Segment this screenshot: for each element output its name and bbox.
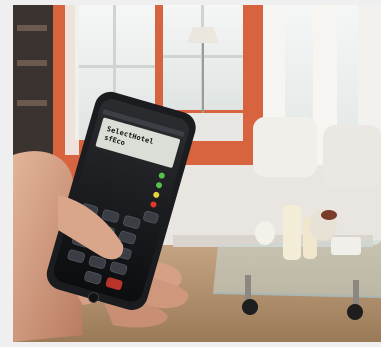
table-caster <box>242 299 258 315</box>
white-vase <box>255 221 275 245</box>
candle-tall <box>283 205 301 260</box>
image-frame: SelectHotel sfEco <box>0 0 381 347</box>
room-scene <box>13 5 381 342</box>
photo: SelectHotel sfEco <box>13 5 381 342</box>
tray <box>331 237 361 255</box>
floor-lamp-pole <box>202 43 204 113</box>
curtain <box>65 5 79 155</box>
sofa-cushion <box>253 117 317 177</box>
